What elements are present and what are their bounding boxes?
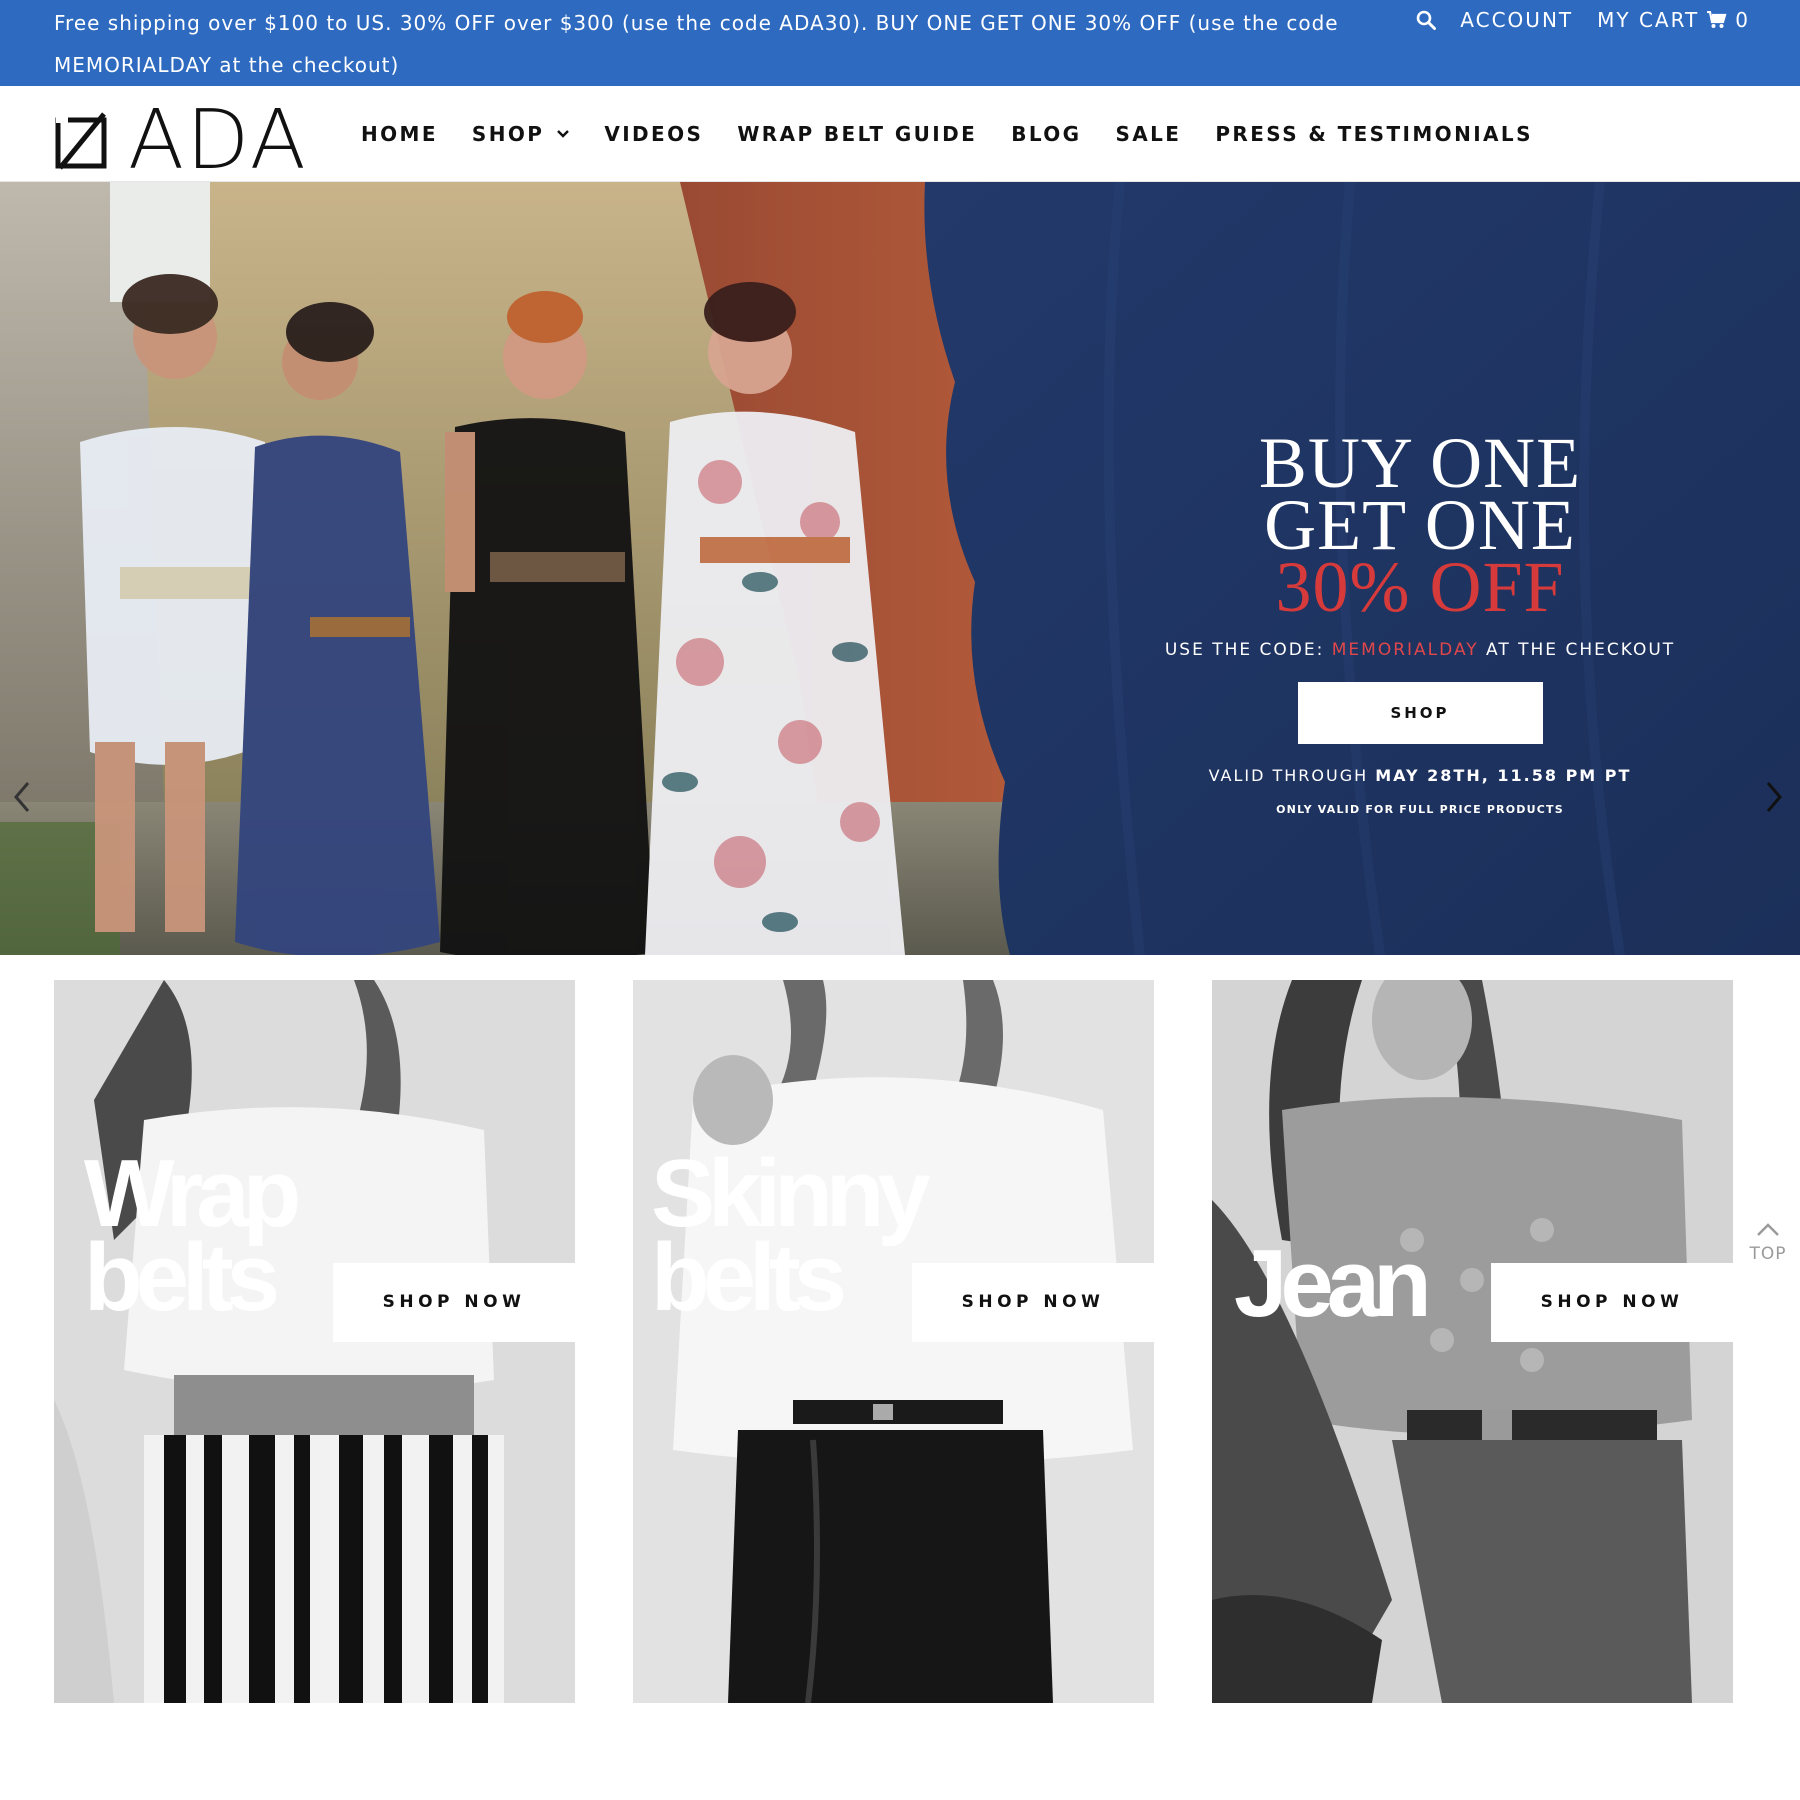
logo-text: ADA <box>128 93 308 188</box>
promo-code-suffix: AT THE CHECKOUT <box>1486 640 1676 660</box>
nav-shop-label: SHOP <box>471 122 545 146</box>
site-header: ADA HOME SHOP VIDEOS WRAP BELT GUIDE BLO… <box>0 86 1800 182</box>
slideshow-next-button[interactable] <box>1760 777 1790 817</box>
nav-press-testimonials[interactable]: PRESS & TESTIMONIALS <box>1215 122 1533 146</box>
shop-now-button-skinny-belts[interactable]: SHOP NOW <box>912 1263 1154 1342</box>
shop-now-button-wrap-belts[interactable]: SHOP NOW <box>333 1263 575 1342</box>
promo-code-line: USE THE CODE: MEMORIALDAY AT THE CHECKOU… <box>1100 640 1740 660</box>
announcement-text: Free shipping over $100 to US. 30% OFF o… <box>54 11 1339 77</box>
back-to-top-label: TOP <box>1749 1244 1787 1264</box>
category-title-skinny-belts: Skinny belts <box>651 1140 931 1331</box>
slideshow-prev-button[interactable] <box>8 777 38 817</box>
category-title-jean: Jean <box>1234 1230 1432 1337</box>
promo-fine-print: ONLY VALID FOR FULL PRICE PRODUCTS <box>1276 803 1564 816</box>
back-to-top-button[interactable]: TOP <box>1748 1222 1788 1264</box>
cart-icon <box>1707 11 1727 28</box>
nav-blog[interactable]: BLOG <box>1011 122 1081 146</box>
chevron-up-icon <box>1757 1223 1779 1236</box>
promo-code-prefix: USE THE CODE: <box>1164 640 1325 660</box>
chevron-down-icon <box>557 130 570 138</box>
nav-home[interactable]: HOME <box>361 122 438 146</box>
announcement-bar: Free shipping over $100 to US. 30% OFF o… <box>0 0 1800 86</box>
logo-link[interactable]: ADA <box>54 100 308 182</box>
category-tile-jean[interactable]: Jean SHOP NOW <box>1212 980 1733 1703</box>
cart-count: 0 <box>1735 8 1750 32</box>
nav-shop[interactable]: SHOP <box>472 122 570 146</box>
cart-label: MY CART <box>1597 8 1700 32</box>
hero-slideshow: BUY ONE GET ONE 30% OFF USE THE CODE: ME… <box>0 182 1800 955</box>
nav-wrap-belt-guide[interactable]: WRAP BELT GUIDE <box>737 122 977 146</box>
nav-videos[interactable]: VIDEOS <box>604 122 703 146</box>
category-title-wrap-belts: Wrap belts <box>84 1140 301 1331</box>
category-tile-skinny-belts[interactable]: Skinny belts SHOP NOW <box>633 980 1154 1703</box>
chevron-right-icon <box>1766 782 1782 812</box>
main-nav: HOME SHOP VIDEOS WRAP BELT GUIDE BLOG SA… <box>361 86 1533 182</box>
hero-promo: BUY ONE GET ONE 30% OFF USE THE CODE: ME… <box>1100 427 1740 816</box>
account-link[interactable]: ACCOUNT <box>1460 8 1573 32</box>
promo-valid-date: MAY 28TH, 11.58 PM PT <box>1375 766 1632 785</box>
cart-link[interactable]: MY CART 0 <box>1597 8 1750 32</box>
search-button[interactable] <box>1416 10 1437 30</box>
promo-valid-line: VALID THROUGH MAY 28TH, 11.58 PM PT <box>1100 766 1740 785</box>
nav-sale[interactable]: SALE <box>1115 122 1181 146</box>
search-icon <box>1416 10 1437 30</box>
hero-shop-button[interactable]: SHOP <box>1297 682 1543 744</box>
promo-headline-3: 30% OFF <box>1275 547 1565 627</box>
utility-nav: ACCOUNT MY CART 0 <box>1416 0 1750 40</box>
promo-valid-prefix: VALID THROUGH <box>1208 766 1369 785</box>
shop-now-button-jean[interactable]: SHOP NOW <box>1491 1263 1733 1342</box>
promo-code: MEMORIALDAY <box>1331 640 1479 660</box>
chevron-left-icon <box>14 782 30 812</box>
logo-mark-icon <box>55 112 107 170</box>
category-tile-wrap-belts[interactable]: Wrap belts SHOP NOW <box>54 980 575 1703</box>
